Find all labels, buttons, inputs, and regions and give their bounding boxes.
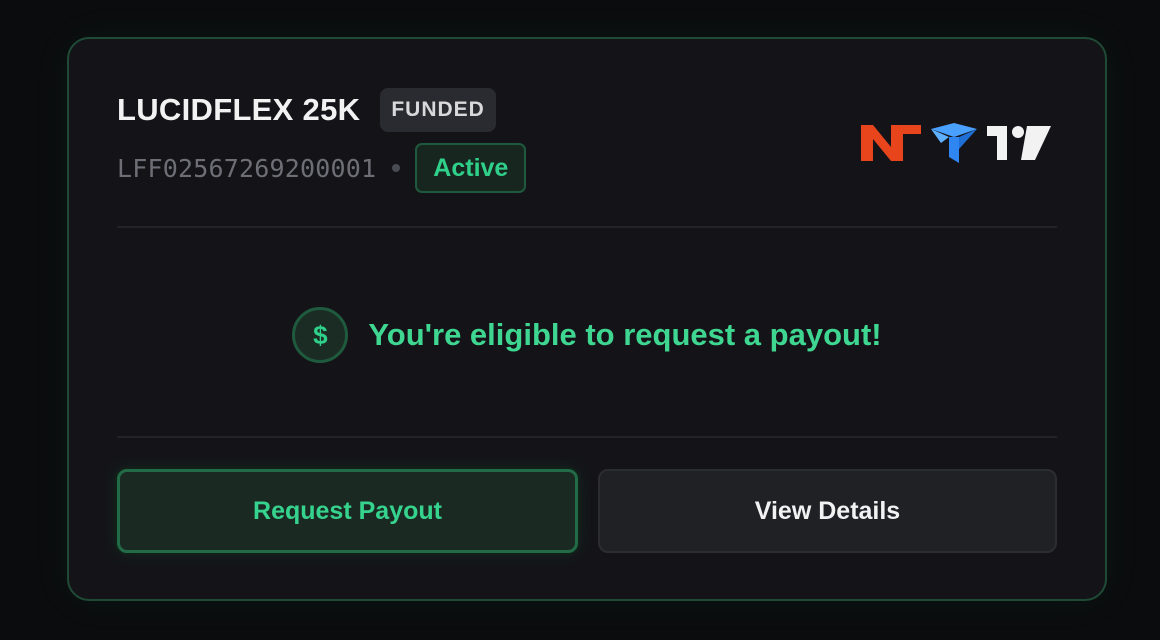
separator-dot xyxy=(392,164,401,172)
tradingview-icon xyxy=(987,126,1051,160)
account-card: LUCIDFLEX 25K FUNDED LFF02567269200001 A… xyxy=(67,37,1107,601)
funded-badge: FUNDED xyxy=(380,88,496,132)
dollar-icon: $ xyxy=(292,307,349,363)
header-divider xyxy=(117,226,1057,228)
ninjatrader-icon xyxy=(861,125,921,161)
view-details-button[interactable]: View Details xyxy=(598,469,1057,553)
eligibility-message: You're eligible to request a payout! xyxy=(368,317,882,352)
status-badge: Active xyxy=(415,143,527,193)
tradovate-icon xyxy=(931,123,977,163)
request-payout-button[interactable]: Request Payout xyxy=(117,469,578,553)
account-name: LUCIDFLEX 25K xyxy=(117,92,361,127)
payout-eligibility-notice: $ You're eligible to request a payout! xyxy=(69,307,1105,363)
platform-logos xyxy=(861,123,1051,163)
actions-divider xyxy=(117,436,1057,438)
account-id: LFF02567269200001 xyxy=(117,153,377,183)
card-actions: Request Payout View Details xyxy=(117,469,1057,553)
